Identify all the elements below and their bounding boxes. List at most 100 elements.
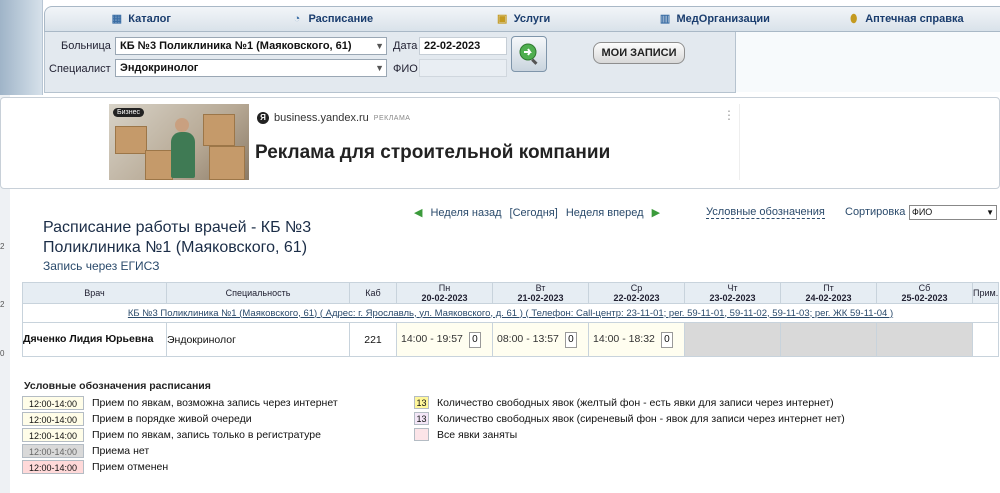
pill-icon: ⬮ bbox=[850, 13, 858, 25]
nav-pharmacy[interactable]: ⬮ Аптечная справка bbox=[810, 7, 1000, 31]
clinic-info-row: КБ №3 Поликлиника №1 (Маяковского, 61) (… bbox=[22, 303, 999, 323]
slot-count[interactable]: 0 bbox=[660, 331, 673, 348]
doctor-name: Дяченко Лидия Юрьевна bbox=[22, 322, 167, 357]
legend-box: 12:00-14:00 bbox=[22, 412, 84, 426]
today-link[interactable]: [Сегодня] bbox=[510, 207, 558, 219]
slot-cell[interactable]: 14:00 - 19:57 0 bbox=[396, 322, 493, 357]
arrow-right-icon: ▶ bbox=[651, 207, 661, 219]
hospital-value: КБ №3 Поликлиника №1 (Маяковского, 61) bbox=[120, 40, 352, 52]
ad-banner[interactable]: Бизнес Я business.yandex.ru РЕКЛАМА Рекл… bbox=[0, 97, 1000, 189]
slot-count[interactable]: 0 bbox=[468, 331, 481, 348]
slot-cell[interactable]: 14:00 - 18:32 0 bbox=[588, 322, 685, 357]
slot-count[interactable]: 0 bbox=[564, 331, 577, 348]
nav-services-label: Услуги bbox=[513, 13, 551, 25]
fio-field[interactable] bbox=[419, 59, 507, 77]
nav-medorg[interactable]: ▥ МедОрганизации bbox=[619, 7, 810, 31]
legend-box: 12:00-14:00 bbox=[22, 444, 84, 458]
header-day: Вт 21-02-2023 bbox=[492, 282, 589, 304]
legend-text: Прием отменен bbox=[92, 461, 169, 473]
specialist-select[interactable]: Эндокринолог ▼ bbox=[115, 59, 387, 77]
chevron-down-icon: ▼ bbox=[375, 63, 384, 73]
header-day: Пт 24-02-2023 bbox=[780, 282, 877, 304]
top-nav: ▦ Каталог ◔ Расписание ▣ Услуги ▥ МедОрг… bbox=[44, 6, 1000, 32]
legend-row: 12:00-14:00 Прием в порядке живой очеред… bbox=[22, 412, 252, 426]
slot-cell-empty bbox=[684, 322, 781, 357]
nav-services[interactable]: ▣ Услуги bbox=[427, 7, 618, 31]
nav-catalog[interactable]: ▦ Каталог bbox=[45, 7, 236, 31]
header-doctor: Врач bbox=[22, 282, 167, 304]
search-button[interactable] bbox=[511, 36, 547, 72]
legend-link[interactable]: Условные обозначения bbox=[706, 206, 825, 219]
date-value: 22-02-2023 bbox=[424, 40, 481, 52]
legend-box: 12:00-14:00 bbox=[22, 428, 84, 442]
my-records-button[interactable]: МОИ ЗАПИСИ bbox=[593, 42, 685, 64]
chevron-down-icon: ▼ bbox=[986, 208, 994, 217]
nav-catalog-label: Каталог bbox=[128, 13, 171, 25]
left-fragment: 2 bbox=[0, 300, 5, 309]
chevron-down-icon: ▼ bbox=[375, 41, 384, 51]
day-name: Пт bbox=[823, 283, 834, 293]
arrow-left-icon: ◀ bbox=[414, 207, 423, 219]
day-date: 23-02-2023 bbox=[709, 293, 756, 303]
legend-row: 12:00-14:00 Приема нет bbox=[22, 444, 149, 458]
legend-box: 12:00-14:00 bbox=[22, 460, 84, 474]
legend-text: Прием по явкам, возможна запись через ин… bbox=[92, 397, 338, 409]
more-icon[interactable]: ⋮ bbox=[723, 108, 735, 122]
week-back-link[interactable]: Неделя назад bbox=[430, 207, 501, 219]
week-forward-link[interactable]: Неделя вперед bbox=[566, 207, 644, 219]
date-field[interactable]: 22-02-2023 bbox=[419, 37, 507, 55]
legend-row: 12:00-14:00 Прием по явкам, возможна зап… bbox=[22, 396, 338, 410]
legend-count-box bbox=[414, 428, 429, 441]
panel-background bbox=[734, 32, 1000, 92]
search-go-icon bbox=[519, 43, 538, 65]
page-subtitle: Запись через ЕГИСЗ bbox=[43, 259, 160, 273]
day-date: 21-02-2023 bbox=[517, 293, 564, 303]
legend-count-text: Количество свободных явок (сиреневый фон… bbox=[437, 412, 845, 425]
nav-pharmacy-label: Аптечная справка bbox=[865, 13, 964, 25]
nav-medorg-label: МедОрганизации bbox=[676, 13, 770, 25]
legend-count-row: 13 Количество свободных явок (сиреневый … bbox=[414, 412, 845, 425]
table-header-row: Врач Специальность Каб Пн 20-02-2023 Вт 21… bbox=[22, 282, 999, 304]
day-name: Вт bbox=[535, 283, 546, 293]
nav-schedule-label: Расписание bbox=[308, 13, 374, 25]
doctor-cabinet: 221 bbox=[349, 322, 397, 357]
legend-count-text: Количество свободных явок (желтый фон - … bbox=[437, 396, 834, 409]
hospital-select[interactable]: КБ №3 Поликлиника №1 (Маяковского, 61) ▼ bbox=[115, 37, 387, 55]
header-day: Ср 22-02-2023 bbox=[588, 282, 685, 304]
ad-badge: Бизнес bbox=[113, 108, 144, 117]
legend-count-box: 13 bbox=[414, 396, 429, 409]
day-name: Ср bbox=[630, 283, 643, 293]
day-name: Пн bbox=[438, 283, 451, 293]
table-row: Дяченко Лидия Юрьевна Эндокринолог 221 1… bbox=[22, 322, 999, 357]
clinic-info-link[interactable]: КБ №3 Поликлиника №1 (Маяковского, 61) (… bbox=[128, 308, 893, 319]
day-date: 24-02-2023 bbox=[805, 293, 852, 303]
slot-time: 14:00 - 19:57 bbox=[401, 332, 463, 345]
legend-text: Прием в порядке живой очереди bbox=[92, 413, 252, 425]
nav-schedule[interactable]: ◔ Расписание bbox=[236, 7, 427, 31]
header-day: Пн 20-02-2023 bbox=[396, 282, 493, 304]
schedule-table: Врач Специальность Каб Пн 20-02-2023 Вт 21… bbox=[22, 282, 999, 357]
day-date: 20-02-2023 bbox=[421, 293, 468, 303]
slot-cell[interactable]: 08:00 - 13:57 0 bbox=[492, 322, 589, 357]
day-name: Чт bbox=[727, 283, 738, 293]
left-fragment: 2 bbox=[0, 242, 5, 251]
ad-site-text: business.yandex.ru bbox=[274, 112, 369, 124]
header-day: Сб 25-02-2023 bbox=[876, 282, 973, 304]
slot-cell-empty bbox=[876, 322, 973, 357]
legend-box: 12:00-14:00 bbox=[22, 396, 84, 410]
slot-time: 14:00 - 18:32 bbox=[593, 332, 655, 345]
legend-count-text: Все явки заняты bbox=[437, 428, 518, 441]
search-panel: Больница КБ №3 Поликлиника №1 (Маяковско… bbox=[44, 32, 736, 93]
day-name: Сб bbox=[918, 283, 931, 293]
fio-label: ФИО bbox=[393, 63, 418, 75]
week-nav: ◀ Неделя назад [Сегодня] Неделя вперед ▶ bbox=[414, 206, 661, 220]
ad-title: Реклама для строительной компании bbox=[255, 142, 611, 163]
yandex-icon: Я bbox=[257, 112, 269, 124]
legend-text: Приема нет bbox=[92, 445, 150, 457]
specialist-value: Эндокринолог bbox=[120, 62, 199, 74]
ad-site: Я business.yandex.ru РЕКЛАМА bbox=[257, 112, 410, 124]
doctor-specialty: Эндокринолог bbox=[166, 322, 350, 357]
day-date: 25-02-2023 bbox=[901, 293, 948, 303]
legend-text: Прием по явкам, запись только в регистра… bbox=[92, 429, 321, 441]
sort-select[interactable]: ФИО ▼ bbox=[909, 205, 997, 220]
